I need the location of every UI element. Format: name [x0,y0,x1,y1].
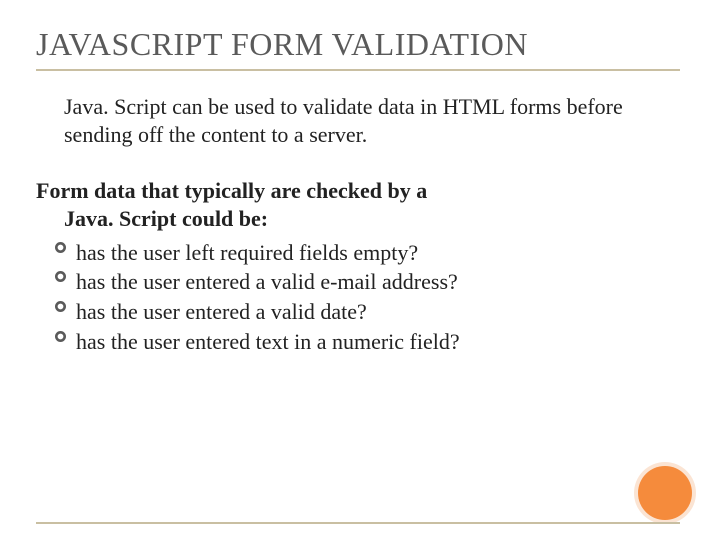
list-item: has the user entered text in a numeric f… [54,327,680,357]
subheading: Form data that typically are checked by … [36,177,676,233]
bottom-divider [36,522,680,524]
list-item: has the user left required fields empty? [54,238,680,268]
slide-title: JAVASCRIPT FORM VALIDATION [36,26,680,63]
list-item-text: has the user entered text in a numeric f… [76,329,460,354]
title-divider [36,69,680,71]
decorative-circle-icon [638,466,692,520]
ring-bullet-icon [54,270,67,283]
ring-bullet-icon [54,300,67,313]
list-item-text: has the user entered a valid date? [76,299,367,324]
list-item-text: has the user left required fields empty? [76,240,418,265]
list-item-text: has the user entered a valid e-mail addr… [76,269,458,294]
subheading-line-2: Java. Script could be: [36,205,676,233]
slide: JAVASCRIPT FORM VALIDATION Java. Script … [0,0,720,540]
list-item: has the user entered a valid e-mail addr… [54,267,680,297]
list-item: has the user entered a valid date? [54,297,680,327]
ring-bullet-icon [54,241,67,254]
bullet-list: has the user left required fields empty?… [36,238,680,357]
subheading-line-1: Form data that typically are checked by … [36,178,427,203]
ring-bullet-icon [54,330,67,343]
intro-paragraph: Java. Script can be used to validate dat… [64,93,664,149]
